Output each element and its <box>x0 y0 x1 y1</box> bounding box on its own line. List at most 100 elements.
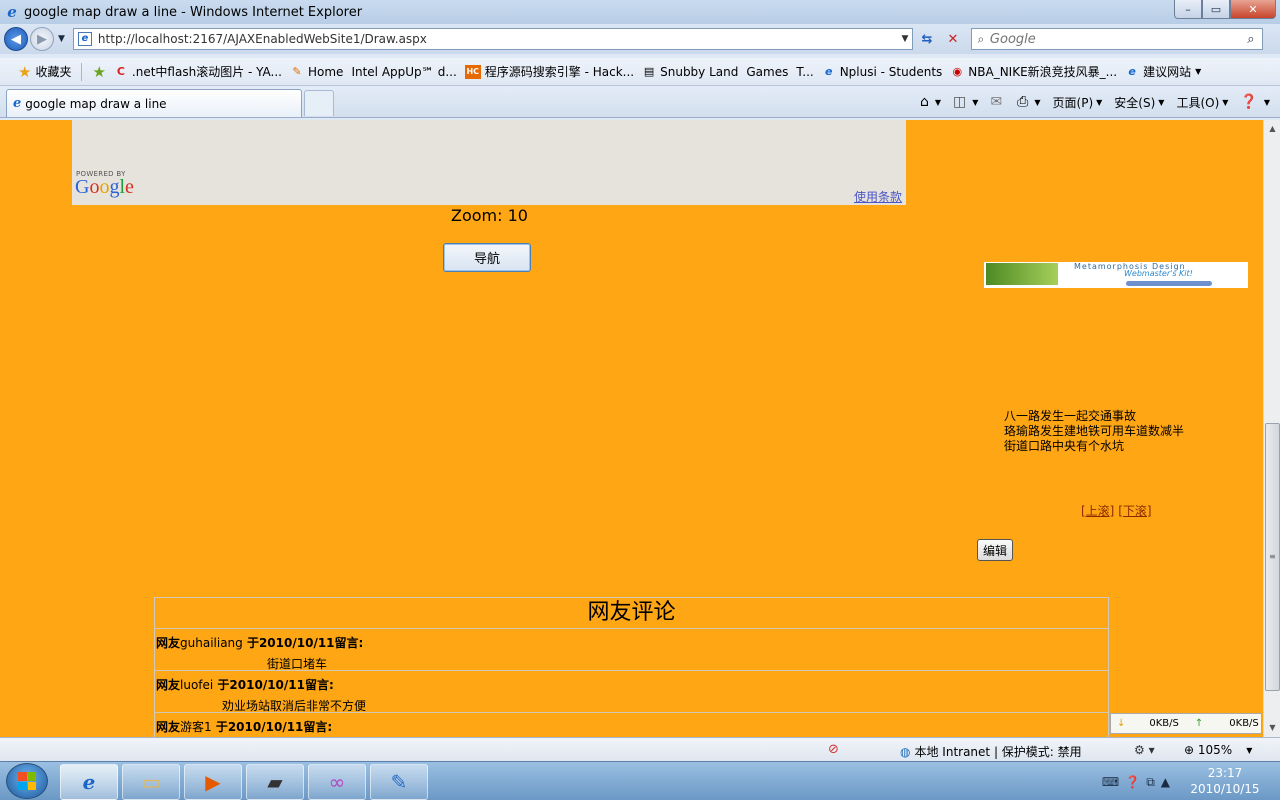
comment-meta: 网友游客1 于2010/10/11留言: <box>156 720 333 734</box>
fav-item[interactable]: ▤ Snubby Land <box>642 65 738 79</box>
vertical-scrollbar[interactable]: ▲ ≡ ▼ <box>1263 120 1280 737</box>
fav-item-label: 建议网站 <box>1143 65 1192 79</box>
search-go-icon[interactable]: ⌕ <box>1240 32 1262 47</box>
google-map[interactable]: POWERED BY Google 使用条款 <box>72 120 906 205</box>
scroll-down-arrow-icon[interactable]: ▼ <box>1265 720 1280 736</box>
chevron-down-icon: ▼ <box>1034 97 1041 107</box>
favorites-star-icon[interactable]: ★ <box>18 63 31 81</box>
addons-icon[interactable]: ⚙ ▾ <box>1134 743 1155 757</box>
compatibility-refresh-icon[interactable]: ⇆ <box>915 28 939 50</box>
ie-icon: e <box>82 770 96 794</box>
comments-table: 网友评论 网友guhailiang 于2010/10/11留言: 街道口堵车 网… <box>154 597 1109 737</box>
fav-item[interactable]: e Nplusi - Students <box>822 65 942 79</box>
popup-blocker-icon[interactable]: ⊘ <box>828 742 839 757</box>
help-tray-icon[interactable]: ❓ <box>1125 775 1140 789</box>
search-box[interactable]: ⌕ ⌕ <box>970 28 1263 50</box>
taskbar-visual-studio-button[interactable]: ∞ <box>308 764 366 800</box>
safety-menu-label: 安全(S) <box>1114 95 1156 110</box>
fav-item[interactable]: T... <box>796 65 813 79</box>
window-controls: – ▭ ✕ <box>1174 0 1276 19</box>
page-menu[interactable]: 页面(P) ▼ <box>1053 94 1103 111</box>
fav-item[interactable]: Games <box>746 65 788 79</box>
back-button[interactable]: ◀ <box>4 27 28 51</box>
scroll-links: [上滚] [下滚] <box>1081 502 1152 519</box>
zoom-control[interactable]: ⊕ 105% ▼ <box>1184 743 1252 757</box>
start-button[interactable] <box>6 763 48 799</box>
taskbar-clock[interactable]: 23:17 2010/10/15 <box>1185 765 1265 797</box>
navigate-button[interactable]: 导航 <box>443 243 531 272</box>
forward-button[interactable]: ▶ <box>30 27 54 51</box>
home-button[interactable]: ⌂ ▼ <box>920 94 941 110</box>
google-logo[interactable]: Google <box>75 176 134 199</box>
comments-heading: 网友评论 <box>155 598 1108 629</box>
tab-active[interactable]: e google map draw a line <box>6 89 302 117</box>
help-menu[interactable]: ❓ ▼ <box>1240 94 1270 110</box>
fav-item-label: 程序源码搜索引擎 - Hack... <box>484 65 635 79</box>
search-input[interactable] <box>989 31 1240 47</box>
minimize-button[interactable]: – <box>1174 0 1202 19</box>
fav-item[interactable]: Intel AppUp℠ d... <box>351 65 456 79</box>
safety-menu[interactable]: 安全(S) ▼ <box>1114 94 1164 111</box>
url-text[interactable]: http://localhost:2167/AJAXEnabledWebSite… <box>98 32 898 46</box>
history-dropdown-icon[interactable]: ▼ <box>58 34 65 44</box>
taskbar-media-player-button[interactable]: ▶ <box>184 764 242 800</box>
favorites-separator <box>81 62 83 81</box>
zoom-icon: ⊕ <box>1184 743 1198 757</box>
security-zone[interactable]: ◍ 本地 Intranet | 保护模式: 禁用 <box>900 743 1082 760</box>
ad-banner[interactable]: Metamorphosis Design Webmaster's Kit! <box>984 262 1248 288</box>
terms-of-use-link[interactable]: 使用条款 <box>854 188 902 205</box>
new-tab-button[interactable] <box>304 90 334 116</box>
fav-item-label: Home <box>308 64 344 79</box>
rss-icon: ◫ <box>953 94 967 110</box>
paint-icon: ✎ <box>390 770 408 794</box>
news-item: 八一路发生一起交通事故 <box>1004 409 1137 423</box>
taskbar-ie-button[interactable]: e <box>60 764 118 800</box>
edit-button[interactable]: 编辑 <box>977 539 1013 561</box>
banner-button <box>1126 281 1212 286</box>
search-provider-icon: ⌕ <box>977 31 985 46</box>
print-button[interactable]: ⎙ ▼ <box>1017 94 1040 110</box>
upload-arrow-icon: ↑ <box>1194 718 1204 729</box>
close-button[interactable]: ✕ <box>1230 0 1276 19</box>
feeds-button[interactable]: ◫ ▼ <box>953 94 978 110</box>
chevron-down-icon: ▼ <box>972 97 979 107</box>
address-bar[interactable]: e http://localhost:2167/AJAXEnabledWebSi… <box>72 28 913 50</box>
tools-menu[interactable]: 工具(O) ▼ <box>1176 94 1228 111</box>
chevron-down-icon: ▼ <box>1263 97 1270 107</box>
chevron-down-icon: ▼ <box>1158 97 1165 107</box>
scroll-down-link[interactable]: [下滚] <box>1118 504 1151 518</box>
taskbar-explorer-button[interactable]: ▭ <box>122 764 180 800</box>
visual-studio-icon: ∞ <box>328 770 346 794</box>
security-zone-text: 本地 Intranet | 保护模式: 禁用 <box>914 745 1082 759</box>
net-speed-widget: ↓ 0KB/S ↑ 0KB/S <box>1110 713 1262 734</box>
stop-icon[interactable]: ✕ <box>941 28 965 50</box>
fav-item[interactable]: C .net中flash滚动图片 - YA... <box>114 63 282 80</box>
scrollbar-thumb[interactable]: ≡ <box>1265 423 1280 691</box>
keyboard-icon[interactable]: ⌨ <box>1102 775 1119 789</box>
download-arrow-icon: ↓ <box>1117 718 1126 729</box>
taskbar-paint-button[interactable]: ✎ <box>370 764 428 800</box>
banner-line2: Webmaster's Kit! <box>1124 269 1193 278</box>
fav-item[interactable]: HC 程序源码搜索引擎 - Hack... <box>464 63 635 80</box>
tab-ie-icon: e <box>13 96 22 111</box>
laptop-icon: ▰ <box>267 770 283 794</box>
add-favorite-icon[interactable]: ★ <box>92 63 105 81</box>
favorites-label[interactable]: 收藏夹 <box>35 63 71 80</box>
banner-product-box <box>986 263 1058 285</box>
zoom-level: 105% <box>1197 743 1233 757</box>
scroll-up-arrow-icon[interactable]: ▲ <box>1265 121 1280 137</box>
fav-item-icon: HC <box>464 64 481 79</box>
fav-item-label: Snubby Land <box>660 64 739 79</box>
fav-item-icon: ◉ <box>952 64 963 78</box>
fav-item[interactable]: e 建议网站 ▼ <box>1125 63 1201 80</box>
fav-item-icon: ✎ <box>292 64 302 78</box>
mail-button[interactable]: ✉ <box>990 94 1005 110</box>
address-dropdown-icon[interactable]: ▼ <box>898 34 912 44</box>
maximize-button[interactable]: ▭ <box>1202 0 1230 19</box>
show-hidden-icons[interactable]: ▲ <box>1161 775 1170 789</box>
fav-item[interactable]: ✎ Home <box>290 65 343 79</box>
network-tray-icon[interactable]: ⧉ <box>1146 775 1155 790</box>
taskbar-laptop-button[interactable]: ▰ <box>246 764 304 800</box>
scroll-up-link[interactable]: [上滚] <box>1081 504 1114 518</box>
fav-item[interactable]: ◉ NBA_NIKE新浪竞技风暴_... <box>950 63 1117 80</box>
